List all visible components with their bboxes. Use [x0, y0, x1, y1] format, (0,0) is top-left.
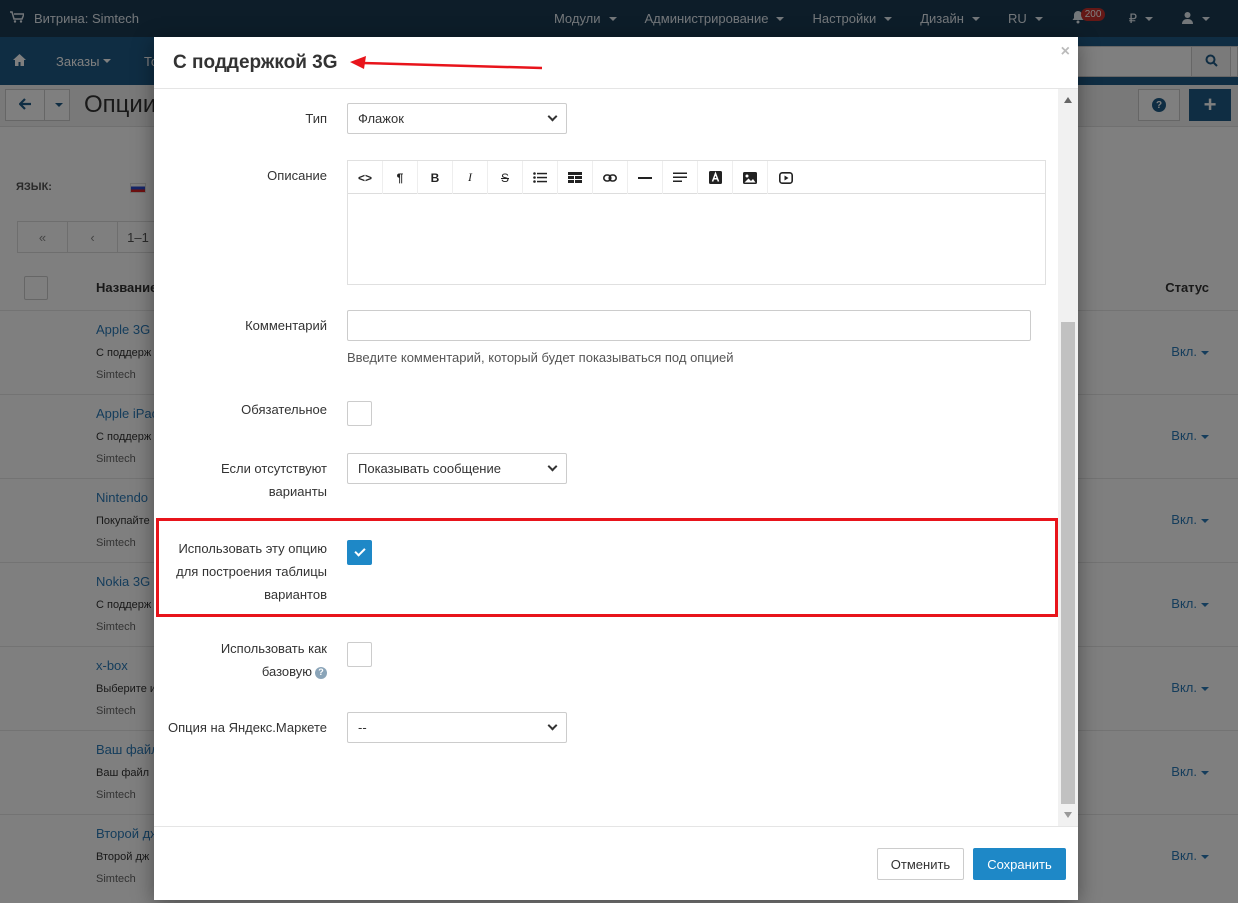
- base-option-label-line-1: Использовать как: [220, 641, 327, 656]
- horizontal-rule-icon[interactable]: [628, 161, 663, 194]
- missing-variants-value: Показывать сообщение: [358, 461, 501, 476]
- inventory-checkbox[interactable]: [347, 540, 372, 565]
- align-icon[interactable]: [663, 161, 698, 194]
- comment-input[interactable]: [347, 310, 1031, 341]
- comment-label: Комментарий: [245, 318, 327, 333]
- inventory-label-line-1: Использовать эту опцию: [178, 541, 327, 556]
- yandex-option-label: Опция на Яндекс.Маркете: [168, 720, 327, 735]
- inventory-label-line-3: вариантов: [264, 587, 327, 602]
- link-icon[interactable]: [593, 161, 628, 194]
- type-select-value: Флажок: [358, 111, 404, 126]
- paragraph-icon[interactable]: ¶: [383, 161, 418, 194]
- font-color-icon[interactable]: [698, 161, 733, 194]
- close-icon[interactable]: ×: [1061, 43, 1070, 61]
- scroll-up-icon[interactable]: [1064, 97, 1072, 103]
- modal-header: С поддержкой 3G ×: [154, 37, 1078, 89]
- inventory-label: Использовать эту опцию для построения та…: [176, 537, 327, 606]
- code-view-icon[interactable]: <>: [348, 161, 383, 194]
- scrollbar-thumb[interactable]: [1061, 322, 1075, 804]
- chevron-down-icon: [547, 461, 558, 472]
- missing-variants-select[interactable]: Показывать сообщение: [347, 453, 567, 484]
- missing-variants-label: Если отсутствуют варианты: [221, 457, 327, 503]
- chevron-down-icon: [547, 111, 558, 122]
- required-label: Обязательное: [241, 402, 327, 417]
- check-icon: [353, 545, 366, 557]
- list-icon[interactable]: [523, 161, 558, 194]
- strikethrough-icon[interactable]: S: [488, 161, 523, 194]
- base-option-label-line-2: базовую: [261, 664, 312, 679]
- base-option-checkbox[interactable]: [347, 642, 372, 667]
- option-edit-dialog: С поддержкой 3G × Тип Флажок Описание <>…: [154, 37, 1078, 900]
- yandex-option-select[interactable]: --: [347, 712, 567, 743]
- description-label: Описание: [267, 168, 327, 183]
- image-icon[interactable]: [733, 161, 768, 194]
- modal-scrollbar[interactable]: [1058, 89, 1078, 826]
- info-icon[interactable]: ?: [315, 666, 327, 679]
- inventory-label-line-2: для построения таблицы: [176, 564, 327, 579]
- modal-footer: Отменить Сохранить: [154, 826, 1078, 900]
- comment-hint: Введите комментарий, который будет показ…: [347, 350, 734, 365]
- modal-body: Тип Флажок Описание <> ¶ B I S Комментар…: [154, 89, 1078, 826]
- video-icon[interactable]: [768, 161, 803, 194]
- italic-icon[interactable]: I: [453, 161, 488, 194]
- table-icon[interactable]: [558, 161, 593, 194]
- type-label: Тип: [305, 111, 327, 126]
- missing-variants-label-line-2: варианты: [268, 484, 327, 499]
- missing-variants-label-line-1: Если отсутствуют: [220, 461, 327, 476]
- base-option-label: Использовать как базовую?: [221, 637, 327, 683]
- save-button[interactable]: Сохранить: [973, 848, 1066, 880]
- cancel-button[interactable]: Отменить: [877, 848, 964, 880]
- chevron-down-icon: [547, 720, 558, 731]
- type-select[interactable]: Флажок: [347, 103, 567, 134]
- editor-toolbar: <> ¶ B I S: [348, 161, 1045, 194]
- description-editor: <> ¶ B I S: [347, 160, 1046, 285]
- required-checkbox[interactable]: [347, 401, 372, 426]
- yandex-option-value: --: [358, 720, 367, 735]
- modal-title: С поддержкой 3G: [173, 52, 338, 73]
- bold-icon[interactable]: B: [418, 161, 453, 194]
- annotation-arrow-icon: [350, 56, 543, 70]
- scroll-down-icon[interactable]: [1064, 812, 1072, 818]
